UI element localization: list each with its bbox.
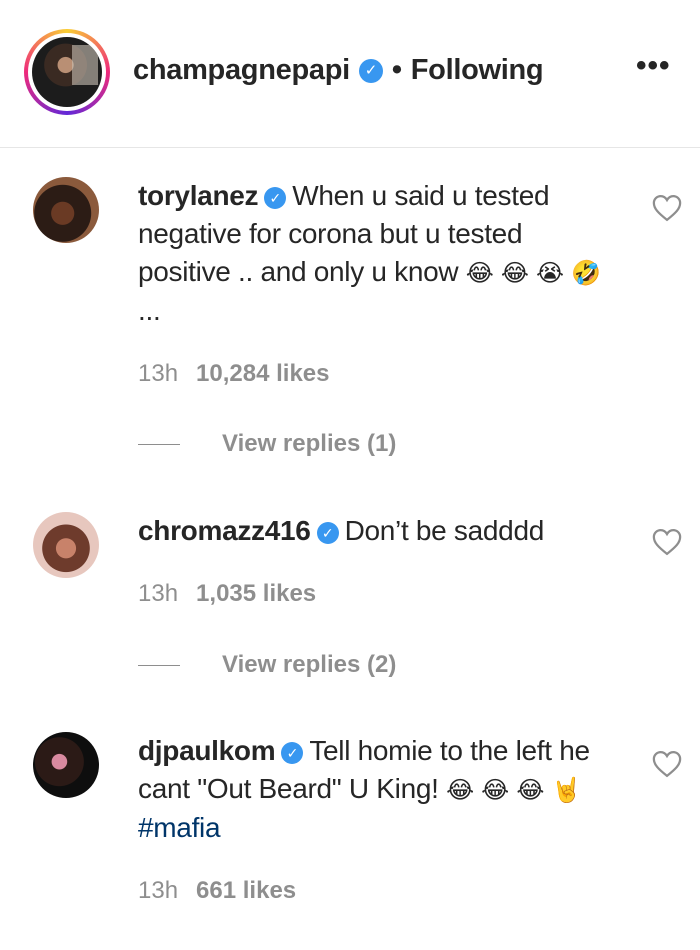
comment-emojis: 😂 😂 [446,776,509,804]
comment-meta: 13h 661 likes [138,877,296,905]
heart-icon[interactable] [652,528,682,556]
comment-username[interactable]: djpaulkom [138,735,276,766]
hashtag-link[interactable]: #mafia [138,812,221,843]
comment-meta: 13h 1,035 likes [138,580,316,608]
heart-icon[interactable] [652,194,682,222]
profile-avatar[interactable] [24,29,110,115]
view-replies-label[interactable]: View replies (2) [222,651,396,679]
comment-time: 13h [138,580,179,607]
comment-body: Don’t be sadddd [344,515,545,546]
comment-emojis: 😂 😂 😭 🤣 [465,259,601,287]
post-header: champagnepapi ✓ • Following ••• [0,0,700,148]
verified-badge-icon: ✓ [316,522,339,544]
commenter-avatar[interactable] [33,732,99,798]
heart-icon[interactable] [652,750,682,778]
verified-badge-icon: ✓ [264,187,287,209]
header-username[interactable]: champagnepapi [133,54,350,87]
comment-username[interactable]: chromazz416 [138,515,311,546]
commenter-avatar[interactable] [33,177,99,243]
comment-time: 13h [138,877,179,904]
comment-time: 13h [138,360,179,387]
comment-likes[interactable]: 661 likes [196,877,296,904]
replies-divider [138,664,180,666]
more-options-icon[interactable]: ••• [636,51,671,81]
comment-meta: 13h 10,284 likes [138,360,330,388]
comment-emojis: 😂 🤘 [516,776,582,804]
view-replies-button[interactable]: View replies (2) [138,651,396,679]
comment-username[interactable]: torylanez [138,180,259,211]
separator-dot: • [391,54,402,86]
comment-text: djpaulkom ✓ Tell homie to the left he cant… [138,732,618,847]
comment-likes[interactable]: 10,284 likes [196,360,329,387]
comment-likes[interactable]: 1,035 likes [196,580,316,607]
replies-divider [138,443,180,445]
following-button[interactable]: Following [411,54,544,87]
comment-text: torylanez ✓ When u said u tested negative … [138,177,618,330]
verified-badge-icon: ✓ [281,742,304,764]
commenter-avatar[interactable] [33,512,99,578]
comment-text: chromazz416 ✓ Don’t be sadddd [138,512,618,550]
view-replies-button[interactable]: View replies (1) [138,430,396,458]
header-user-row: champagnepapi ✓ • Following [133,54,544,87]
view-replies-label[interactable]: View replies (1) [222,430,396,458]
comment-more[interactable]: ... [138,295,161,326]
verified-badge-icon: ✓ [358,58,383,83]
